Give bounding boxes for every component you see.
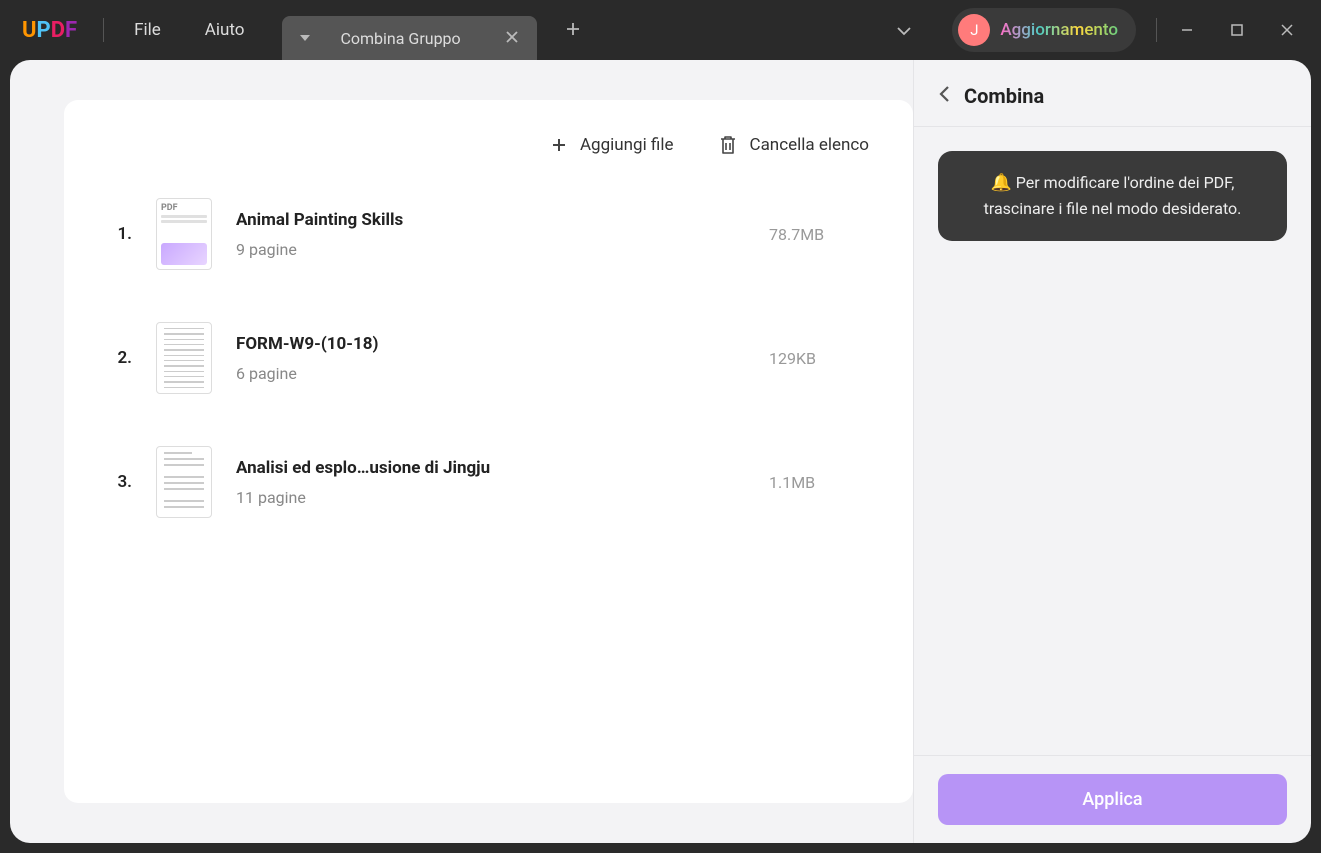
file-pages: 9 pagine <box>236 240 745 259</box>
side-title: Combina <box>964 84 1044 108</box>
close-icon[interactable] <box>1277 20 1297 40</box>
file-number: 2. <box>108 348 132 368</box>
add-file-button[interactable]: Aggiungi file <box>550 134 674 156</box>
file-thumbnail <box>156 446 212 518</box>
file-size: 78.7MB <box>769 225 869 244</box>
file-number: 1. <box>108 224 132 244</box>
tab-dropdown-icon[interactable] <box>300 35 310 41</box>
user-update-chip[interactable]: J Aggiornamento <box>952 8 1136 52</box>
bell-icon: 🔔 <box>991 173 1012 193</box>
divider <box>1156 18 1157 42</box>
file-thumbnail: PDF <box>156 198 212 270</box>
maximize-icon[interactable] <box>1227 20 1247 40</box>
file-area: Aggiungi file Cancella elenco 1. PDF <box>64 100 913 803</box>
file-name: FORM-W9-(10-18) <box>236 334 745 354</box>
side-header: Combina <box>914 60 1311 127</box>
workspace: Aggiungi file Cancella elenco 1. PDF <box>0 60 1321 853</box>
divider <box>103 18 104 42</box>
file-size: 129KB <box>769 349 869 368</box>
clear-list-label: Cancella elenco <box>750 135 870 155</box>
clear-list-button[interactable]: Cancella elenco <box>718 134 870 156</box>
file-thumbnail <box>156 322 212 394</box>
file-info: Animal Painting Skills 9 pagine <box>236 210 745 259</box>
tabs-overflow-icon[interactable] <box>896 21 912 40</box>
trash-icon <box>718 134 738 156</box>
back-icon[interactable] <box>938 85 950 107</box>
file-size: 1.1MB <box>769 473 869 492</box>
file-toolbar: Aggiungi file Cancella elenco <box>108 122 869 180</box>
avatar: J <box>958 14 990 46</box>
apply-button[interactable]: Applica <box>938 774 1287 825</box>
add-file-label: Aggiungi file <box>580 135 674 155</box>
file-info: FORM-W9-(10-18) 6 pagine <box>236 334 745 383</box>
file-pages: 11 pagine <box>236 488 745 507</box>
file-number: 3. <box>108 472 132 492</box>
file-pages: 6 pagine <box>236 364 745 383</box>
tab-active[interactable]: Combina Gruppo <box>282 16 536 60</box>
window-controls <box>1177 20 1297 40</box>
tab-add-icon[interactable] <box>565 18 581 43</box>
menu-file[interactable]: File <box>112 20 183 40</box>
hint-text: 🔔 Per modificare l'ordine dei PDF, trasc… <box>960 171 1265 221</box>
app-logo: UPDF <box>22 18 77 43</box>
file-name: Animal Painting Skills <box>236 210 745 230</box>
file-row[interactable]: 3. Analisi ed esplo…usione di Jingju 11 … <box>108 446 869 518</box>
tab-title: Combina Gruppo <box>340 29 460 48</box>
file-info: Analisi ed esplo…usione di Jingju 11 pag… <box>236 458 745 507</box>
tab-close-icon[interactable] <box>505 29 519 48</box>
side-footer: Applica <box>914 755 1311 843</box>
plus-icon <box>550 136 568 154</box>
side-panel: Combina 🔔 Per modificare l'ordine dei PD… <box>913 60 1311 843</box>
main-panel: Aggiungi file Cancella elenco 1. PDF <box>10 60 913 843</box>
file-row[interactable]: 2. FORM-W9-(10-18) 6 pagine 129KB <box>108 322 869 394</box>
file-name: Analisi ed esplo…usione di Jingju <box>236 458 745 478</box>
titlebar: UPDF File Aiuto Combina Gruppo J Aggiorn… <box>0 0 1321 60</box>
hint-box: 🔔 Per modificare l'ordine dei PDF, trasc… <box>938 151 1287 241</box>
file-row[interactable]: 1. PDF Animal Painting Skills 9 pagine 7… <box>108 198 869 270</box>
update-label: Aggiornamento <box>1000 20 1118 40</box>
menu-help[interactable]: Aiuto <box>183 20 267 40</box>
file-list: 1. PDF Animal Painting Skills 9 pagine 7… <box>108 180 869 518</box>
minimize-icon[interactable] <box>1177 20 1197 40</box>
